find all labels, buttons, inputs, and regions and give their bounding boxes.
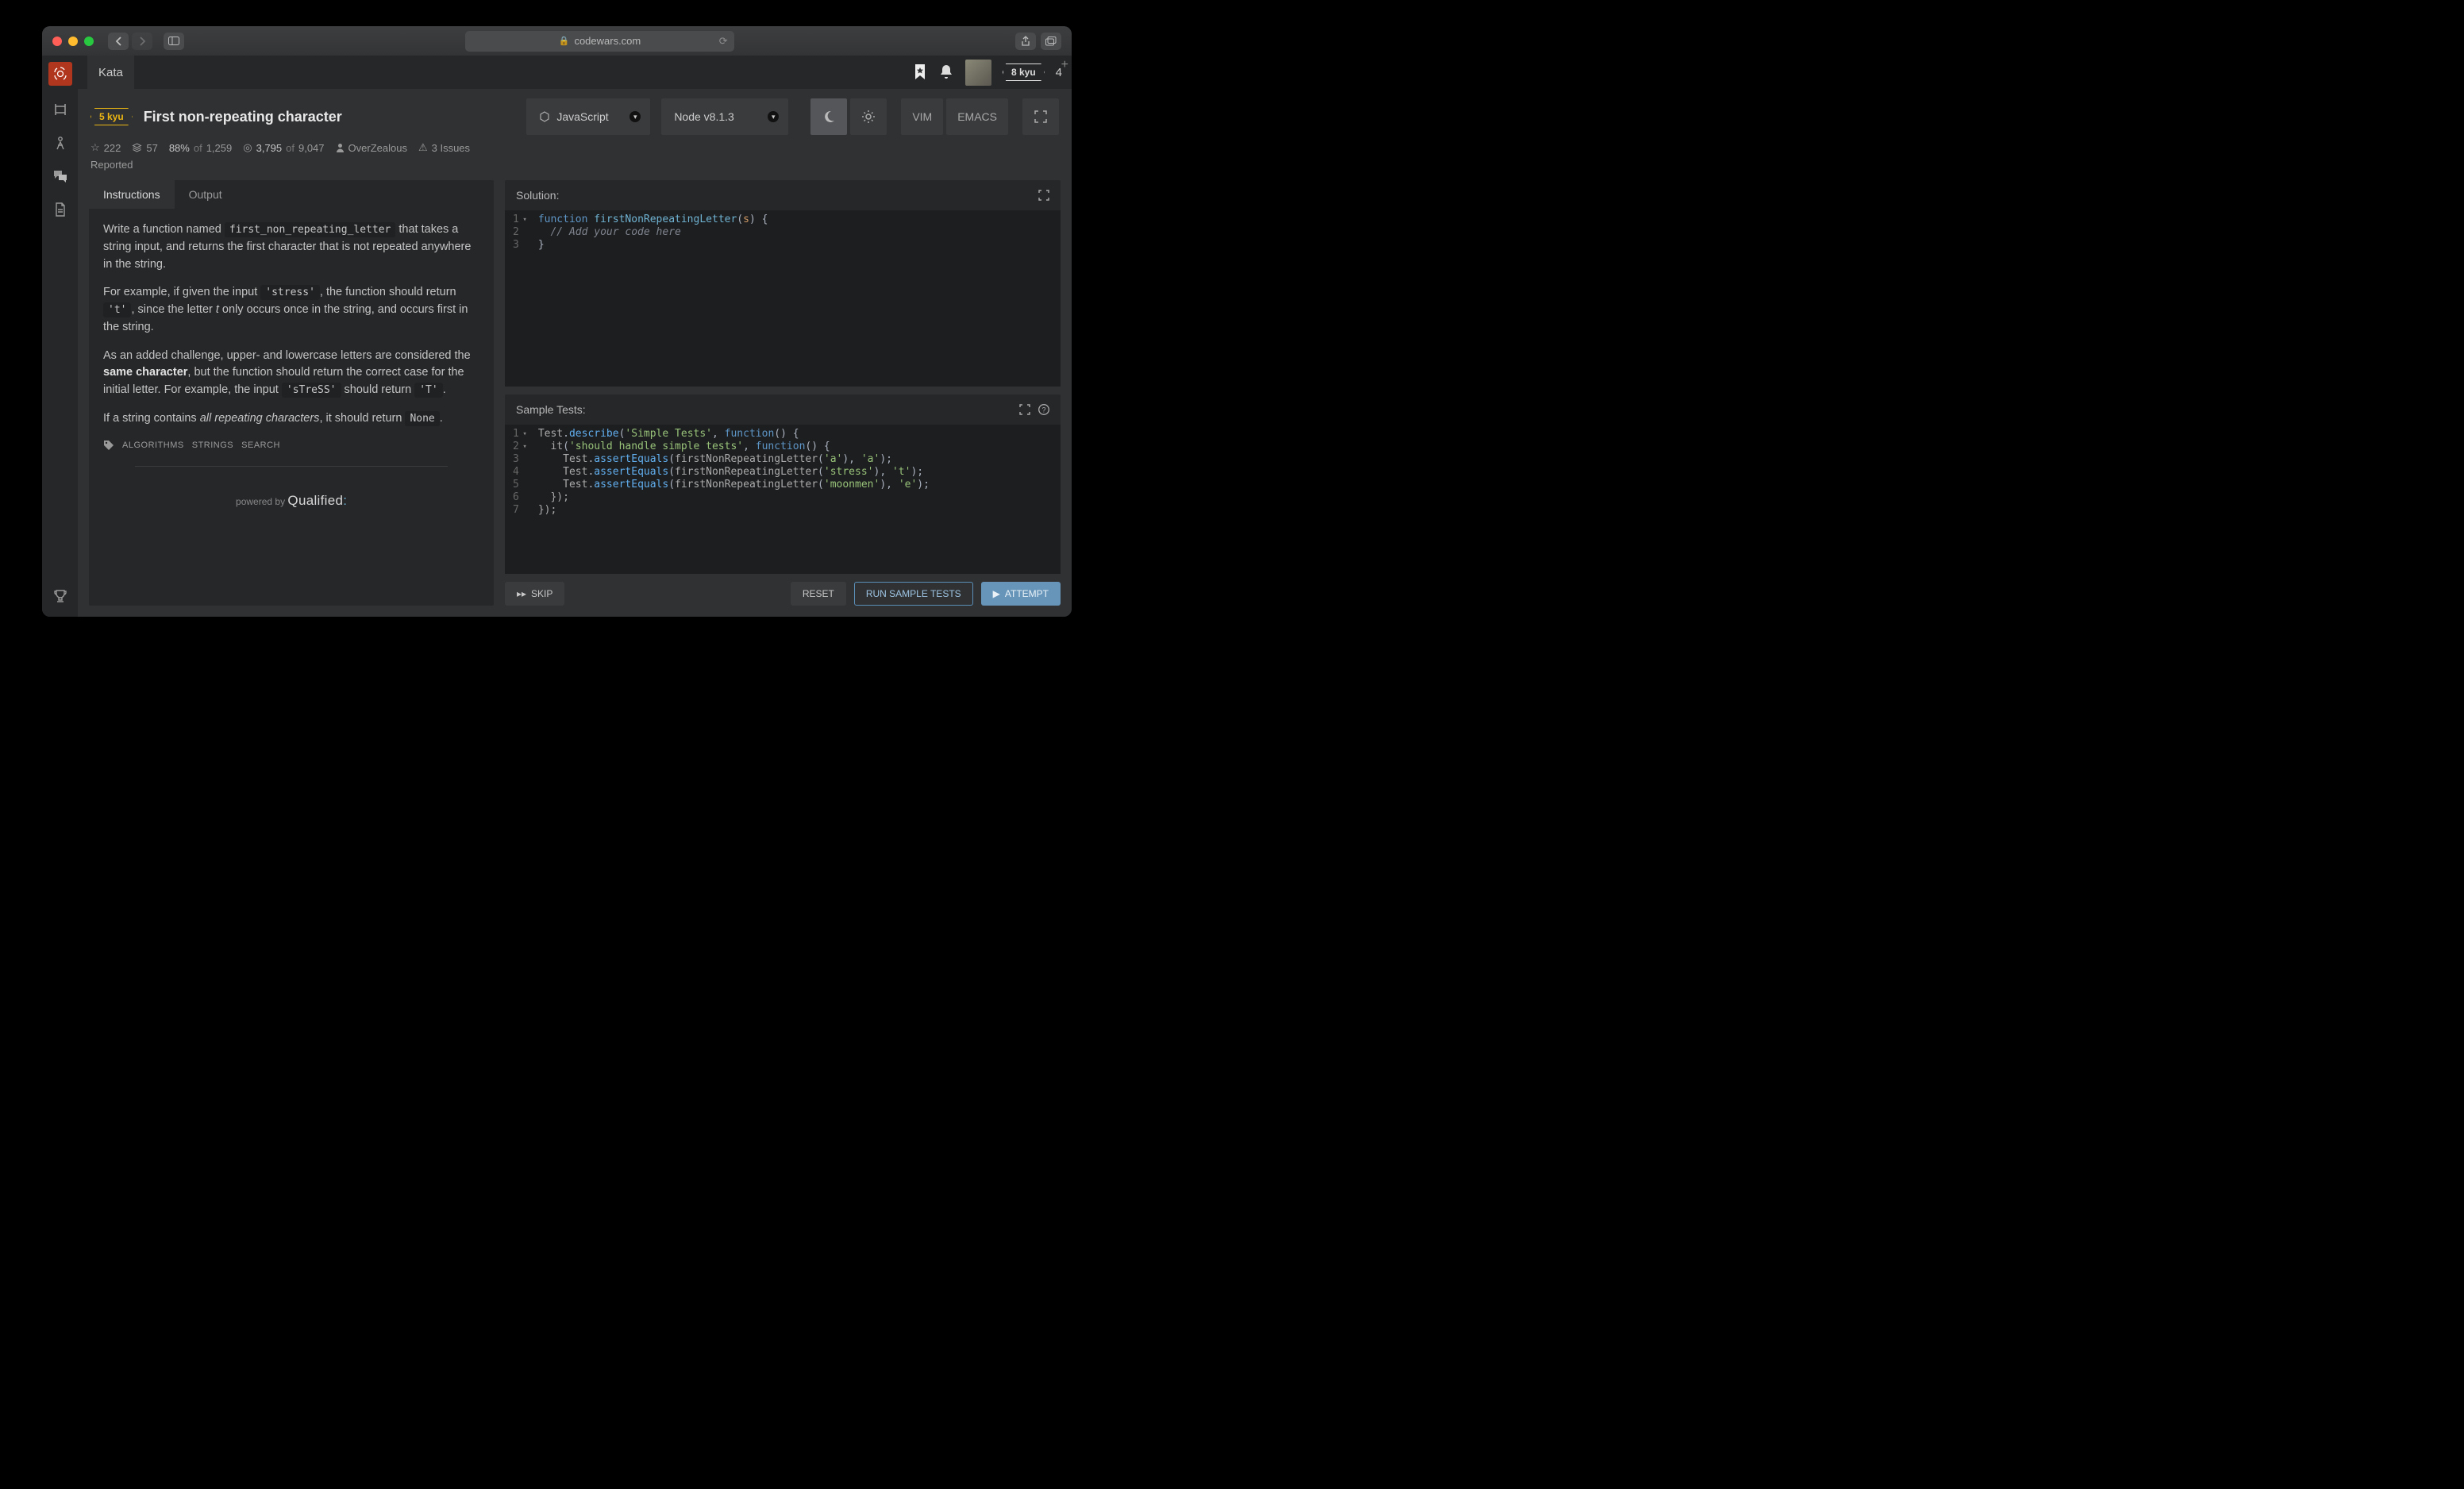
gear-icon xyxy=(861,110,876,124)
completed-stat: ◎ 3,795 of 9,047 xyxy=(243,141,324,154)
expand-icon xyxy=(1034,110,1047,123)
run-tests-button[interactable]: RUN SAMPLE TESTS xyxy=(854,582,973,606)
right-panel: Solution: 1▾23 function firstNonRepeatin… xyxy=(505,180,1061,606)
url-text: codewars.com xyxy=(574,35,641,47)
collections-stat: 57 xyxy=(132,142,157,154)
solution-code[interactable]: 1▾23 function firstNonRepeatingLetter(s)… xyxy=(505,210,1061,387)
skip-button[interactable]: ▸▸ SKIP xyxy=(505,582,564,606)
tag-icon xyxy=(103,440,114,451)
skip-icon: ▸▸ xyxy=(517,588,526,599)
expand-icon[interactable] xyxy=(1038,190,1049,201)
hex-icon xyxy=(539,111,550,122)
tests-code[interactable]: 1▾2▾34567 Test.describe('Simple Tests', … xyxy=(505,425,1061,574)
url-bar[interactable]: 🔒 codewars.com ⟳ xyxy=(465,31,733,52)
tag-item[interactable]: ALGORITHMS xyxy=(122,439,184,452)
kata-icon[interactable] xyxy=(51,100,70,119)
stats-row: ☆222 57 88% of 1,259 ◎ 3,795 of 9,04 xyxy=(90,141,1059,154)
fullscreen-button[interactable] xyxy=(1022,98,1059,135)
warning-icon: ⚠ xyxy=(418,141,428,154)
minimize-window-button[interactable] xyxy=(68,37,78,46)
forward-button[interactable] xyxy=(132,33,152,50)
language-label: JavaScript xyxy=(556,110,608,123)
bookmark-icon[interactable] xyxy=(913,63,927,81)
expand-icon[interactable] xyxy=(1019,404,1030,415)
satisfaction-stat: 88% of 1,259 xyxy=(169,142,232,154)
action-row: ▸▸ SKIP RESET RUN SAMPLE TESTS ▶ ATTEMPT xyxy=(505,582,1061,606)
maximize-window-button[interactable] xyxy=(84,37,94,46)
stars-stat: ☆222 xyxy=(90,141,121,154)
tests-label: Sample Tests: xyxy=(516,403,586,416)
solution-editor: Solution: 1▾23 function firstNonRepeatin… xyxy=(505,180,1061,387)
back-button[interactable] xyxy=(108,33,129,50)
chat-icon[interactable] xyxy=(51,167,70,186)
topbar: Kata 8 kyu 4 xyxy=(78,56,1072,89)
tab-kata[interactable]: Kata xyxy=(87,56,134,89)
issues-stat: ⚠ 3 Issues xyxy=(418,141,470,154)
sidebar xyxy=(42,56,78,617)
trophy-icon[interactable] xyxy=(51,587,70,606)
kata-header: 5 kyu First non-repeating character Java… xyxy=(78,89,1072,175)
browser-chrome: 🔒 codewars.com ⟳ xyxy=(42,26,1072,56)
tabs-button[interactable] xyxy=(1041,33,1061,50)
lock-icon: 🔒 xyxy=(559,36,570,46)
sidebar-toggle-button[interactable] xyxy=(164,33,184,50)
kumite-icon[interactable] xyxy=(51,133,70,152)
attempt-button[interactable]: ▶ ATTEMPT xyxy=(981,582,1061,606)
moon-icon xyxy=(822,110,836,124)
theme-toggle[interactable] xyxy=(810,98,847,135)
node-version-select[interactable]: Node v8.1.3 ▾ xyxy=(661,98,788,135)
user-kyu-badge: 8 kyu xyxy=(1003,63,1045,81)
avatar[interactable] xyxy=(965,60,991,86)
powered-by: powered by Qualified: xyxy=(103,491,479,511)
help-icon[interactable]: ? xyxy=(1038,404,1049,415)
left-panel: Instructions Output Write a function nam… xyxy=(89,180,494,606)
new-tab-button[interactable]: + xyxy=(1061,58,1068,72)
share-button[interactable] xyxy=(1015,33,1036,50)
node-version-label: Node v8.1.3 xyxy=(674,110,734,123)
svg-text:?: ? xyxy=(1041,406,1045,414)
docs-icon[interactable] xyxy=(51,200,70,219)
kata-kyu-badge: 5 kyu xyxy=(90,108,133,125)
emacs-mode-button[interactable]: EMACS xyxy=(946,98,1008,135)
language-select[interactable]: JavaScript ▾ xyxy=(526,98,650,135)
codewars-logo[interactable] xyxy=(48,62,72,86)
reload-icon[interactable]: ⟳ xyxy=(719,35,728,48)
tab-output[interactable]: Output xyxy=(175,180,237,209)
target-icon: ◎ xyxy=(243,141,252,154)
chevron-down-icon: ▾ xyxy=(768,111,779,122)
settings-button[interactable] xyxy=(850,98,887,135)
tag-item[interactable]: STRINGS xyxy=(192,439,233,452)
solution-label: Solution: xyxy=(516,189,559,202)
kata-title: First non-repeating character xyxy=(144,109,342,125)
tags-row: ALGORITHMS STRINGS SEARCH xyxy=(103,439,479,452)
tab-instructions[interactable]: Instructions xyxy=(89,180,175,209)
author-stat: OverZealous xyxy=(336,142,407,154)
play-icon: ▶ xyxy=(993,588,1000,599)
browser-window: 🔒 codewars.com ⟳ + xyxy=(42,26,1072,617)
reset-button[interactable]: RESET xyxy=(791,582,846,606)
star-icon: ☆ xyxy=(90,141,100,154)
tag-item[interactable]: SEARCH xyxy=(241,439,280,452)
bell-icon[interactable] xyxy=(938,63,954,81)
chevron-down-icon: ▾ xyxy=(629,111,641,122)
reported-label: Reported xyxy=(90,159,1059,171)
close-window-button[interactable] xyxy=(52,37,62,46)
tests-editor: Sample Tests: ? 1▾2▾34567 Test.describe(… xyxy=(505,394,1061,574)
description: Write a function named first_non_repeati… xyxy=(89,209,494,606)
traffic-lights xyxy=(52,37,94,46)
layers-icon xyxy=(132,143,142,152)
user-icon xyxy=(336,143,345,152)
vim-mode-button[interactable]: VIM xyxy=(901,98,943,135)
